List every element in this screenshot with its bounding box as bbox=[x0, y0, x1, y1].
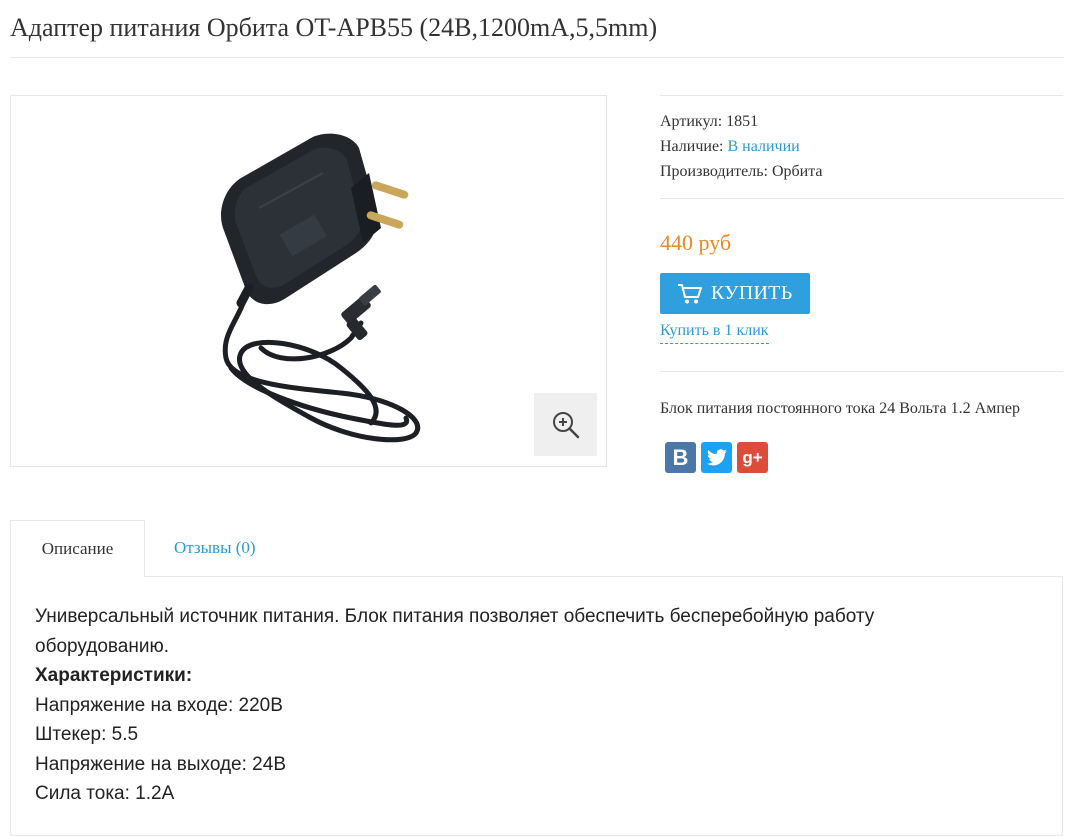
info-divider-mid bbox=[660, 198, 1063, 199]
description-panel: Универсальный источник питания. Блок пит… bbox=[10, 576, 1063, 836]
twitter-icon bbox=[706, 448, 727, 465]
spec-line: Напряжение на выходе: 24В bbox=[35, 753, 286, 775]
social-share: В g+ bbox=[665, 442, 1063, 473]
info-divider-bottom bbox=[660, 371, 1063, 372]
description-body: Универсальный источник питания. Блок пит… bbox=[35, 602, 995, 809]
short-description: Блок питания постоянного тока 24 Вольта … bbox=[660, 400, 1020, 417]
title-divider bbox=[10, 57, 1063, 58]
zoom-in-icon bbox=[552, 411, 579, 438]
product-image bbox=[221, 133, 421, 443]
spec-line: Штекер: 5.5 bbox=[35, 724, 139, 745]
page-title: Адаптер питания Орбита OT-APB55 (24В,120… bbox=[10, 13, 658, 42]
sku-value: 1851 bbox=[726, 113, 759, 130]
vk-icon: В bbox=[672, 444, 689, 470]
buy-button-label: Купить bbox=[711, 282, 793, 304]
spec-line: Сила тока: 1.2А bbox=[35, 783, 175, 804]
manufacturer-label: Производитель: bbox=[660, 163, 768, 180]
product-tabs: Описание Отзывы (0) bbox=[10, 520, 1063, 577]
one-click-buy-link[interactable]: Купить в 1 клик bbox=[660, 322, 769, 344]
manufacturer-value: Орбита bbox=[771, 163, 823, 180]
spec-line: Напряжение на входе: 220В bbox=[35, 694, 283, 716]
specs-heading: Характеристики: bbox=[35, 665, 193, 686]
availability-label: Наличие: bbox=[660, 138, 724, 155]
buy-button[interactable]: Купить bbox=[660, 273, 810, 314]
vk-share-button[interactable]: В bbox=[665, 442, 696, 473]
product-meta: Артикул: 1851 Наличие: В наличии Произво… bbox=[660, 109, 1063, 184]
product-info: Артикул: 1851 Наличие: В наличии Произво… bbox=[660, 95, 1063, 473]
product-image-box bbox=[10, 95, 607, 467]
manufacturer-row: Производитель: Орбита bbox=[660, 159, 1063, 184]
google-plus-icon: g+ bbox=[742, 447, 763, 467]
tab-reviews[interactable]: Отзывы (0) bbox=[174, 520, 256, 576]
tab-description[interactable]: Описание bbox=[10, 520, 145, 577]
description-intro: Универсальный источник питания. Блок пит… bbox=[35, 606, 875, 657]
availability-value: В наличии bbox=[727, 138, 800, 155]
google-plus-share-button[interactable]: g+ bbox=[737, 442, 768, 473]
price: 440 руб bbox=[660, 230, 732, 255]
zoom-button[interactable] bbox=[534, 393, 597, 456]
twitter-share-button[interactable] bbox=[701, 442, 732, 473]
sku-label: Артикул: bbox=[660, 113, 723, 130]
info-divider-top bbox=[660, 95, 1063, 96]
cart-icon bbox=[678, 283, 702, 303]
availability-row: Наличие: В наличии bbox=[660, 134, 1063, 159]
sku-row: Артикул: 1851 bbox=[660, 109, 1063, 134]
